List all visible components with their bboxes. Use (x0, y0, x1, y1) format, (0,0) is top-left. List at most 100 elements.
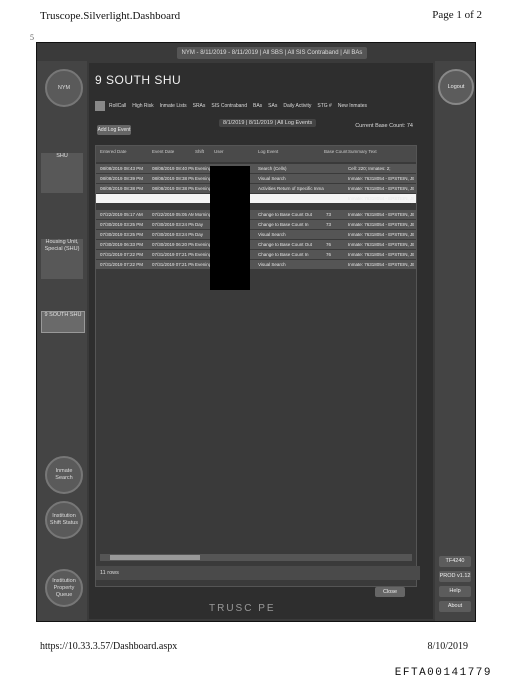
print-footer-date: 8/10/2019 (427, 641, 468, 652)
bates-number: EFTA00141779 (394, 667, 492, 679)
tab-new-inmates[interactable]: New Inmates (336, 103, 369, 109)
date-range-selector[interactable]: 8/1/2019 | 8/11/2019 | All Log Events (219, 119, 317, 127)
table-cell: Visual Search (258, 262, 286, 267)
left-nav: NYM SHU Housing Unit, Special (SHU) 9 SO… (37, 61, 87, 621)
column-header-base-count[interactable]: Base Count (324, 149, 348, 154)
tab-strip: RollCall High Risk Inmate Lists SRAs SIS… (95, 100, 425, 112)
logout-button[interactable]: Logout (438, 69, 474, 105)
column-header-event-date[interactable]: Event Date (152, 149, 174, 154)
table-cell: Visual Search (258, 176, 286, 181)
table-header: Entered Date Event Date Shift User Log E… (96, 146, 416, 162)
table-row[interactable]: 08/08/2019 08:38 PM 08/08/2019 08:38 PM Ev… (96, 184, 416, 194)
table-cell: Cell: 220; Inmates: 2; (348, 166, 391, 171)
tab-bas[interactable]: BAs (251, 103, 264, 109)
main-panel: 9 SOUTH SHU RollCall High Risk Inmate Li… (89, 63, 433, 619)
tab-sas[interactable]: SAs (266, 103, 279, 109)
table-cell: 07/31/2019 07:21 PM (152, 252, 194, 257)
property-queue-button[interactable]: Institution Property Queue (45, 569, 83, 607)
row-count: 11 rows (96, 566, 420, 580)
table-row[interactable]: 07/30/2019 03:25 PM 07/30/2019 03:24 PM Da… (96, 230, 416, 240)
nav-item-label: SHU (56, 153, 68, 159)
table-cell: 07/31/2019 07:22 PM (100, 262, 144, 267)
table-cell: 07/22/2019 05:17 AM (100, 212, 143, 217)
tab-sis-contraband[interactable]: SIS Contraband (209, 103, 249, 109)
table-cell: 76 (326, 242, 332, 247)
table-row[interactable]: 07/31/2019 07:22 PM 07/31/2019 07:21 PM Ev… (96, 250, 416, 260)
column-header-shift[interactable]: Shift (195, 149, 204, 154)
table-cell: 07/30/2019 03:25 PM (100, 222, 144, 227)
table-cell: 07/30/2019 06:20 PM (152, 242, 194, 247)
table-row[interactable]: 08/08/2019 08:39 PM 08/08/2019 08:38 PM Ev… (96, 174, 416, 184)
button-label: Inmate Search (55, 468, 73, 481)
table-cell: 07/30/2019 03:24 PM (152, 232, 194, 237)
table-cell: Change to Base Count Out (258, 242, 313, 247)
table-cell: 08/08/2019 08:38 PM (152, 186, 194, 191)
right-panel: Logout TF4240 PROD v1.12 Help About (435, 61, 475, 621)
table-cell: Change to Base Count Out (258, 212, 313, 217)
table-row[interactable]: 07/31/2019 07:22 PM 07/31/2019 07:21 PM Ev… (96, 260, 416, 270)
table-cell: Inmate: 76318054 - EPSTEIN, JEFFREY (348, 222, 414, 227)
tab-stg[interactable]: STG # (315, 103, 333, 109)
scrollbar-thumb[interactable] (110, 555, 200, 560)
filter-bar[interactable]: NYM - 8/11/2019 - 8/11/2019 | All SBS | … (177, 47, 367, 59)
inmate-search-button[interactable]: Inmate Search (45, 456, 83, 494)
column-header-summary[interactable]: Summary Text (348, 149, 377, 154)
nav-item-9-south-shu[interactable]: 9 SOUTH SHU (41, 311, 85, 333)
tab-sras[interactable]: SRAs (191, 103, 208, 109)
grid-icon (95, 101, 105, 111)
table-cell: 07/30/2019 03:24 PM (152, 222, 194, 227)
table-cell: 07/30/2019 03:25 PM (100, 232, 144, 237)
page-title: 9 SOUTH SHU (95, 73, 182, 87)
table-cell: Inmate: 76318054 - EPSTEIN, JEFFREY (348, 196, 414, 201)
home-logo-button[interactable]: NYM (45, 69, 83, 107)
stray-mark: 5 (30, 33, 34, 42)
tab-inmate-lists[interactable]: Inmate Lists (158, 103, 189, 109)
table-cell: Inmate: 76318054 - EPSTEIN, JEFFREY (348, 186, 414, 191)
help-button[interactable]: Help (439, 586, 471, 597)
logout-label: Logout (447, 84, 465, 90)
table-row[interactable]: Inmate: 76318054 - EPSTEIN, JEFFREY (96, 194, 416, 204)
column-header-log-event[interactable]: Log Event (258, 149, 278, 154)
nav-item-shu[interactable]: SHU (41, 153, 83, 193)
table-cell: Visual Search (258, 232, 286, 237)
nav-item-label: 9 SOUTH SHU (44, 312, 82, 318)
print-header-title: Truscope.Silverlight.Dashboard (40, 10, 181, 22)
column-header-user[interactable]: User (214, 149, 224, 154)
column-header-entered-date[interactable]: Entered Date (100, 149, 127, 154)
redaction-block (210, 166, 250, 290)
table-cell: 08/08/2019 08:43 PM (100, 166, 144, 171)
table-cell: Change to Base Count In (258, 252, 309, 257)
user-id-button[interactable]: TF4240 (439, 556, 471, 567)
table-cell: Activities Return of Specific Inmate(s) (258, 186, 324, 191)
log-event-table: Entered Date Event Date Shift User Log E… (95, 145, 420, 587)
nav-item-label: Housing Unit, Special (SHU) (44, 239, 80, 252)
tab-daily-activity[interactable]: Daily Activity (281, 103, 313, 109)
logo-label: NYM (57, 84, 71, 91)
table-cell: Search (Cells) (258, 166, 287, 171)
table-cell: 08/08/2019 08:40 PM (152, 166, 194, 171)
table-cell: Inmate: 76318054 - EPSTEIN, JEFFREY (348, 176, 414, 181)
close-button[interactable]: Close (375, 587, 405, 597)
tab-high-risk[interactable]: High Risk (130, 103, 155, 109)
table-cell: 07/31/2019 07:21 PM (152, 262, 194, 267)
tab-rollcall[interactable]: RollCall (107, 103, 128, 109)
button-label: Institution Property Queue (52, 577, 76, 598)
add-log-event-button[interactable]: Add Log Event (97, 125, 131, 135)
table-cell: Inmate: 76318054 - EPSTEIN, JEFFREY (348, 232, 414, 237)
table-row[interactable]: 07/22/2019 05:17 AM 07/22/2019 05:05 AM Mo… (96, 210, 416, 220)
table-cell: 76 (326, 252, 332, 257)
table-cell: Change to Base Count In (258, 222, 309, 227)
print-footer-url: https://10.33.3.57/Dashboard.aspx (40, 641, 178, 652)
table-row[interactable]: 07/30/2019 03:25 PM 07/30/2019 03:24 PM Da… (96, 220, 416, 230)
table-cell: Inmate: 76318054 - EPSTEIN, JEFFREY (348, 212, 414, 217)
shift-status-button[interactable]: Institution Shift Status (45, 501, 83, 539)
version-button[interactable]: PROD v1.12 (439, 571, 471, 582)
about-button[interactable]: About (439, 601, 471, 612)
nav-item-housing-unit[interactable]: Housing Unit, Special (SHU) (41, 239, 83, 279)
horizontal-scrollbar[interactable] (100, 554, 412, 561)
table-row[interactable]: 08/08/2019 08:43 PM 08/08/2019 08:40 PM Ev… (96, 164, 416, 174)
truscope-logo: TRUSC PE (209, 603, 276, 614)
table-row[interactable]: 07/30/2019 06:33 PM 07/30/2019 06:20 PM Ev… (96, 240, 416, 250)
table-cell: Inmate: 76318054 - EPSTEIN, JEFFREY (348, 252, 414, 257)
table-cell: Inmate: 76318054 - EPSTEIN, JEFFREY (348, 262, 414, 267)
